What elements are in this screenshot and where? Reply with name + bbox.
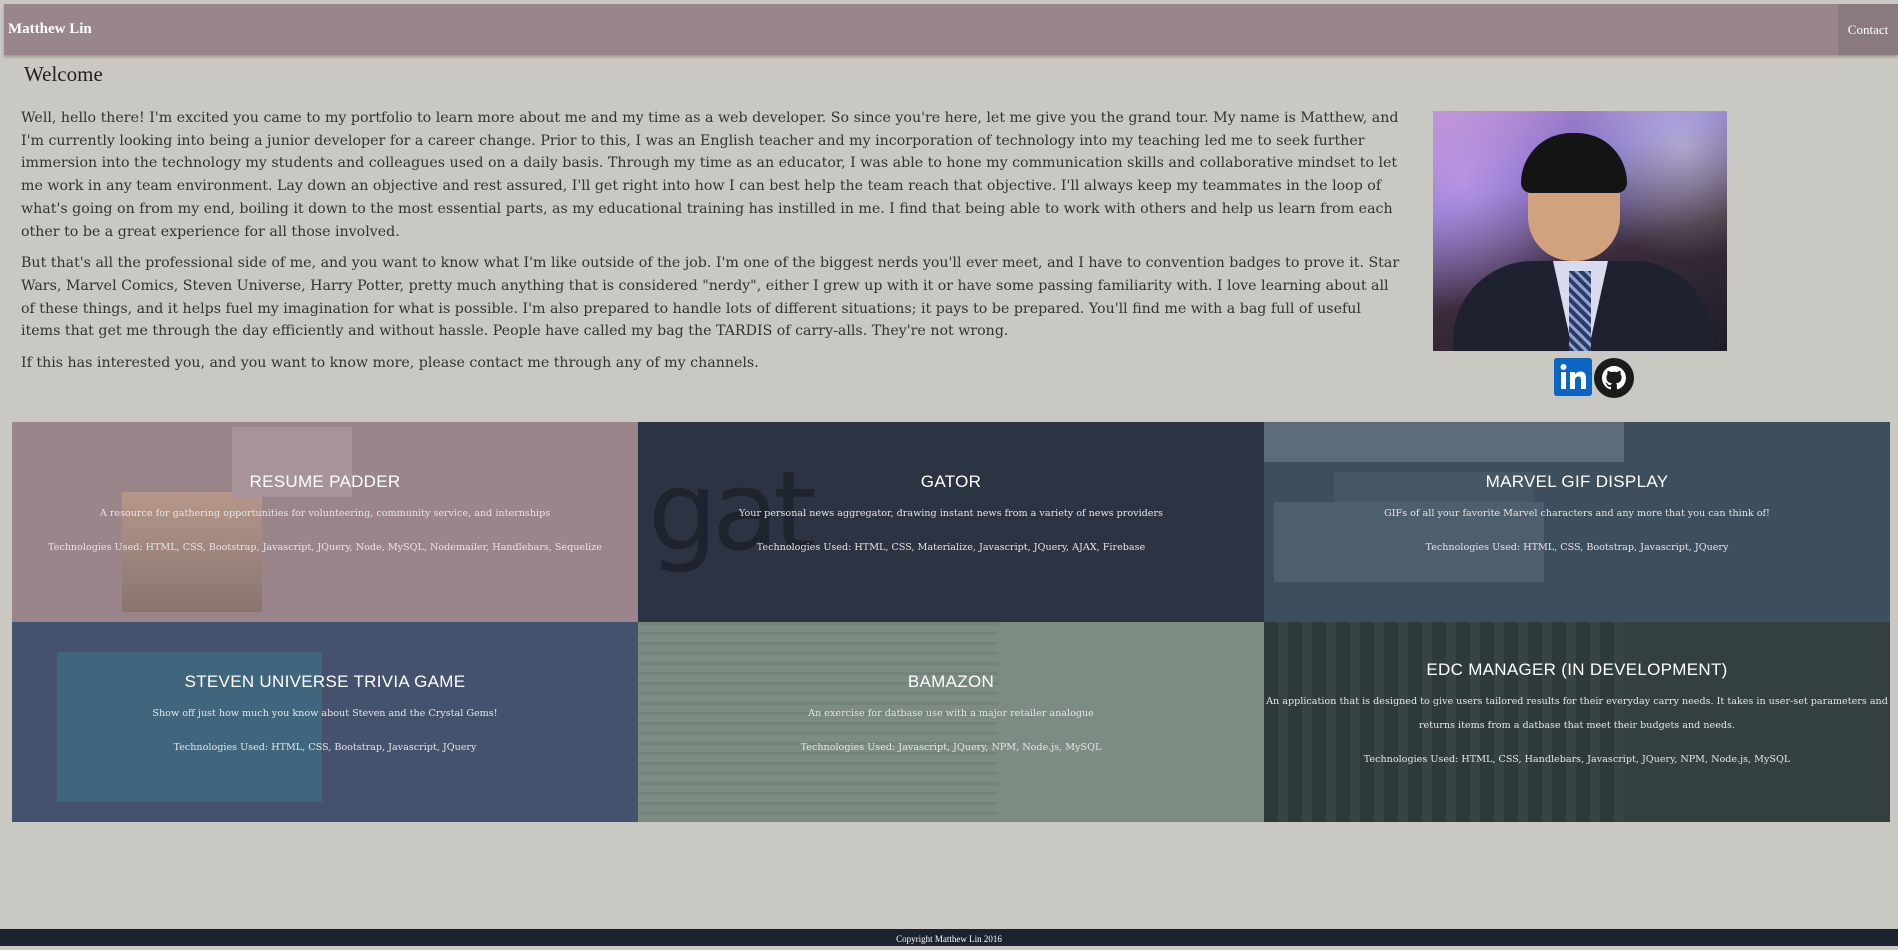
about-paragraph: If this has interested you, and you want… bbox=[21, 355, 759, 372]
footer: Copyright Matthew Lin 2016 bbox=[0, 929, 1898, 946]
navbar: Matthew Lin Contact bbox=[4, 4, 1898, 55]
project-title: STEVEN UNIVERSE TRIVIA GAME bbox=[184, 672, 466, 691]
page-title: Welcome bbox=[24, 62, 103, 86]
copyright-text: Copyright Matthew Lin 2016 bbox=[896, 934, 1002, 944]
project-title: BAMAZON bbox=[907, 672, 995, 691]
contact-link[interactable]: Contact bbox=[1838, 4, 1898, 55]
project-tech: Technologies Used: HTML, CSS, Materializ… bbox=[756, 542, 1146, 553]
project-card-gator[interactable]: gat GATOR Your personal news aggregator,… bbox=[638, 422, 1264, 622]
social-links bbox=[1554, 358, 1634, 398]
project-description: An application that is designed to give … bbox=[1266, 696, 1888, 731]
project-description: An exercise for datbase use with a major… bbox=[808, 708, 1094, 719]
project-tech: Technologies Used: HTML, CSS, Bootstrap,… bbox=[48, 542, 602, 553]
project-card-bamazon[interactable]: BAMAZON An exercise for datbase use with… bbox=[638, 622, 1264, 822]
project-tech: Technologies Used: HTML, CSS, Handlebars… bbox=[1363, 754, 1791, 765]
projects-grid: RESUME PADDER A resource for gathering o… bbox=[12, 422, 1890, 822]
project-title: RESUME PADDER bbox=[249, 472, 401, 491]
project-card-resume-padder[interactable]: RESUME PADDER A resource for gathering o… bbox=[12, 422, 638, 622]
project-tech: Technologies Used: Javascript, JQuery, N… bbox=[800, 742, 1102, 753]
project-card-edc-manager[interactable]: EDC MANAGER (IN DEVELOPMENT) An applicat… bbox=[1264, 622, 1890, 822]
project-title: EDC MANAGER (IN DEVELOPMENT) bbox=[1426, 660, 1728, 679]
github-icon[interactable] bbox=[1594, 358, 1634, 398]
about-paragraph: Well, hello there! I'm excited you came … bbox=[21, 110, 1399, 240]
project-description: GIFs of all your favorite Marvel charact… bbox=[1384, 508, 1770, 519]
about-section: Well, hello there! I'm excited you came … bbox=[21, 107, 1401, 384]
project-description: Your personal news aggregator, drawing i… bbox=[739, 508, 1163, 519]
project-tech: Technologies Used: HTML, CSS, Bootstrap,… bbox=[1425, 542, 1729, 553]
project-title: GATOR bbox=[920, 472, 982, 491]
brand-link[interactable]: Matthew Lin bbox=[8, 4, 92, 55]
project-description: A resource for gathering opportunities f… bbox=[99, 508, 551, 519]
project-title: MARVEL GIF DISPLAY bbox=[1485, 472, 1669, 491]
project-card-marvel-gif[interactable]: MARVEL GIF DISPLAY GIFs of all your favo… bbox=[1264, 422, 1890, 622]
project-card-steven-universe[interactable]: STEVEN UNIVERSE TRIVIA GAME Show off jus… bbox=[12, 622, 638, 822]
linkedin-icon[interactable] bbox=[1554, 358, 1592, 396]
project-tech: Technologies Used: HTML, CSS, Bootstrap,… bbox=[173, 742, 477, 753]
about-paragraph: But that's all the professional side of … bbox=[21, 255, 1400, 340]
profile-photo bbox=[1433, 111, 1727, 351]
project-description: Show off just how much you know about St… bbox=[152, 708, 498, 719]
